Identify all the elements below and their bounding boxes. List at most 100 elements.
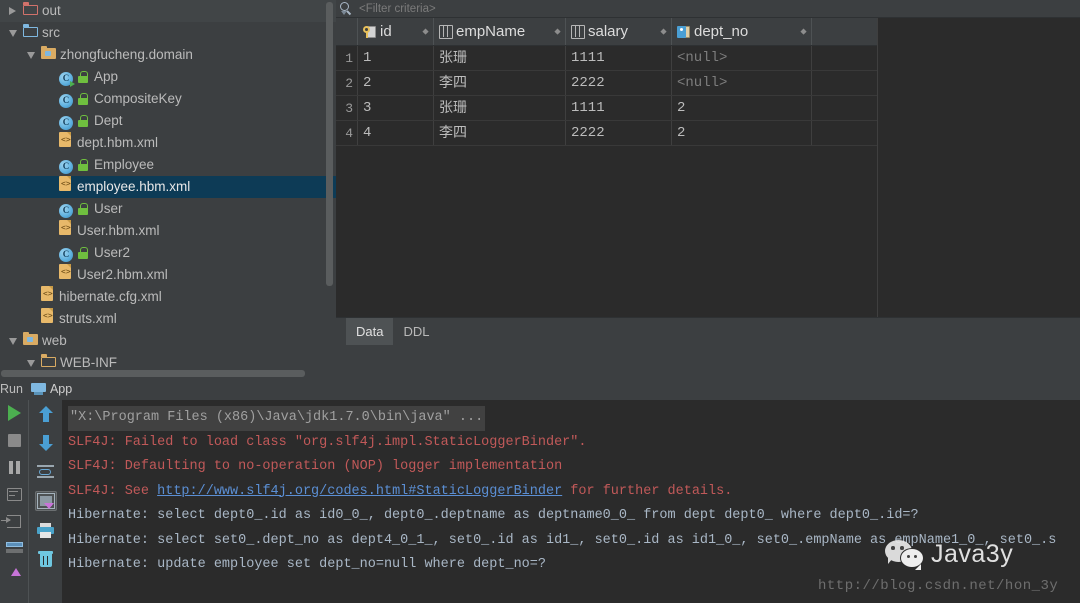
tree-arrow-placeholder	[24, 308, 37, 330]
column-icon	[571, 24, 585, 39]
console-hyperlink[interactable]: http://www.slf4j.org/codes.html#StaticLo…	[157, 484, 562, 499]
table-cell-id[interactable]: 1	[358, 46, 434, 70]
project-tree-list[interactable]: out src zhongfucheng.domain C App C CompositeK…	[0, 0, 336, 374]
project-tree-panel[interactable]: out src zhongfucheng.domain C App C CompositeK…	[0, 0, 336, 378]
package-icon	[41, 44, 56, 66]
tree-item-employee[interactable]: C Employee	[0, 154, 336, 176]
table-cell-id[interactable]: 3	[358, 96, 434, 120]
scroll-down-button[interactable]	[35, 433, 57, 453]
table-cell-salary[interactable]: 2222	[566, 71, 672, 95]
scroll-end-icon	[36, 493, 55, 509]
tree-item-out[interactable]: out	[0, 0, 336, 22]
tree-item-dept-hbm-xml[interactable]: <> dept.hbm.xml	[0, 132, 336, 154]
column-sort-icon[interactable]: ⬥	[422, 27, 429, 36]
table-row[interactable]: 2 2 李四 2222 <null>	[336, 71, 878, 96]
tree-item-hibernate-cfg-xml[interactable]: <> hibernate.cfg.xml	[0, 286, 336, 308]
table-cell-empName[interactable]: 李四	[434, 121, 566, 145]
column-sort-icon[interactable]: ⬥	[660, 27, 667, 36]
tree-horizontal-scroll-thumb[interactable]	[1, 370, 305, 377]
row-number: 2	[336, 71, 358, 95]
grid-column-header-salary[interactable]: salary ⬥	[566, 18, 672, 45]
folder-excluded-icon	[23, 0, 38, 22]
console-text-suffix: for further details.	[562, 483, 733, 499]
table-row[interactable]: 3 3 张珊 1111 2	[336, 96, 878, 121]
scroll-up-button[interactable]	[35, 404, 57, 424]
exit-button[interactable]	[1, 511, 25, 531]
class-icon: C	[59, 88, 73, 110]
column-sort-icon[interactable]: ⬥	[800, 27, 807, 36]
rerun-button[interactable]	[3, 403, 25, 423]
filter-criteria-input[interactable]: <Filter criteria>	[359, 3, 436, 15]
grid-body[interactable]: 1 1 张珊 1111 <null> 2 2 李四 2222 <null> 3 3 张珊 1111 2 4 4 李…	[336, 46, 878, 146]
table-cell-dept_no[interactable]: <null>	[672, 46, 812, 70]
tree-item-web[interactable]: web	[0, 330, 336, 352]
tree-arrow-placeholder	[42, 264, 55, 286]
application-icon	[30, 383, 46, 395]
tree-item-user-hbm-xml[interactable]: <> User.hbm.xml	[0, 220, 336, 242]
table-row[interactable]: 4 4 李四 2222 2	[336, 121, 878, 146]
table-cell-dept_no[interactable]: 2	[672, 96, 812, 120]
table-cell-id[interactable]: 2	[358, 71, 434, 95]
run-tool-window-header[interactable]: Run App	[0, 378, 1080, 400]
tree-item-compositekey[interactable]: C CompositeKey	[0, 88, 336, 110]
print-button[interactable]	[35, 520, 57, 540]
tree-item-zhongfucheng-domain[interactable]: zhongfucheng.domain	[0, 44, 336, 66]
stack-trace-button[interactable]	[3, 538, 25, 558]
console-text-prefix: SLF4J: See	[68, 483, 158, 499]
console-output[interactable]: "X:\Program Files (x86)\Java\jdk1.7.0\bi…	[62, 400, 1080, 603]
tree-item-employee-hbm-xml[interactable]: <> employee.hbm.xml	[0, 176, 336, 198]
database-view-tabs[interactable]: Data DDL	[336, 317, 1080, 345]
table-cell-salary[interactable]: 1111	[566, 46, 672, 70]
tree-item-app[interactable]: C App	[0, 66, 336, 88]
tree-item-struts-xml[interactable]: <> struts.xml	[0, 308, 336, 330]
xml-file-icon: <>	[59, 176, 73, 198]
pause-button[interactable]	[3, 457, 25, 477]
table-cell-id[interactable]: 4	[358, 121, 434, 145]
tree-item-src[interactable]: src	[0, 22, 336, 44]
grid-column-label: salary	[588, 23, 629, 40]
chevron-expanded-icon[interactable]	[6, 330, 19, 352]
console-view-toolbar[interactable]	[28, 400, 62, 603]
grid-column-header-id[interactable]: id ⬥	[358, 18, 434, 45]
table-cell-dept_no[interactable]: <null>	[672, 71, 812, 95]
tree-vertical-scroll-thumb[interactable]	[326, 2, 333, 286]
table-cell-dept_no[interactable]: 2	[672, 121, 812, 145]
trace-button[interactable]	[3, 484, 25, 504]
pause-icon	[8, 460, 21, 474]
run-configuration-tab[interactable]: App	[30, 382, 72, 396]
tree-item-label: hibernate.cfg.xml	[59, 289, 162, 304]
tab-ddl[interactable]: DDL	[393, 318, 439, 345]
run-actions-toolbar[interactable]	[0, 400, 28, 603]
chevron-expanded-icon[interactable]	[24, 44, 37, 66]
grid-column-header-empName[interactable]: empName ⬥	[434, 18, 566, 45]
tab-data[interactable]: Data	[346, 318, 394, 345]
table-cell-empName[interactable]: 张珊	[434, 46, 566, 70]
grid-column-header-dept_no[interactable]: dept_no ⬥	[672, 18, 812, 45]
search-filter-icon[interactable]	[340, 2, 353, 16]
table-cell-empName[interactable]: 张珊	[434, 96, 566, 120]
clear-all-button[interactable]	[35, 549, 57, 569]
tree-item-user2-hbm-xml[interactable]: <> User2.hbm.xml	[0, 264, 336, 286]
chevron-expanded-icon[interactable]	[6, 22, 19, 44]
chevron-collapsed-icon[interactable]	[6, 0, 19, 22]
class-icon: C	[59, 242, 73, 264]
tree-item-user[interactable]: C User	[0, 198, 336, 220]
filter-bar[interactable]: <Filter criteria>	[336, 0, 1080, 18]
scroll-to-end-button[interactable]	[34, 491, 57, 511]
table-cell-salary[interactable]: 1111	[566, 96, 672, 120]
column-sort-icon[interactable]: ⬥	[554, 27, 561, 36]
tree-horizontal-scrollbar[interactable]	[0, 369, 336, 378]
result-grid[interactable]: id ⬥ empName ⬥ salary ⬥ dept_no ⬥ 1 1 张珊 1111 <null…	[336, 18, 878, 146]
pin-tab-button[interactable]	[3, 565, 25, 585]
table-cell-salary[interactable]: 2222	[566, 121, 672, 145]
table-cell-empName[interactable]: 李四	[434, 71, 566, 95]
soft-wrap-button[interactable]	[35, 462, 57, 482]
tree-item-dept[interactable]: C Dept	[0, 110, 336, 132]
tree-vertical-scrollbar[interactable]	[326, 2, 333, 286]
tree-item-user2[interactable]: C User2	[0, 242, 336, 264]
stop-button[interactable]	[3, 430, 25, 450]
grid-header-row: id ⬥ empName ⬥ salary ⬥ dept_no ⬥	[336, 18, 878, 46]
blog-url-watermark: http://blog.csdn.net/hon_3y	[818, 578, 1059, 594]
trash-icon	[38, 551, 53, 567]
table-row[interactable]: 1 1 张珊 1111 <null>	[336, 46, 878, 71]
